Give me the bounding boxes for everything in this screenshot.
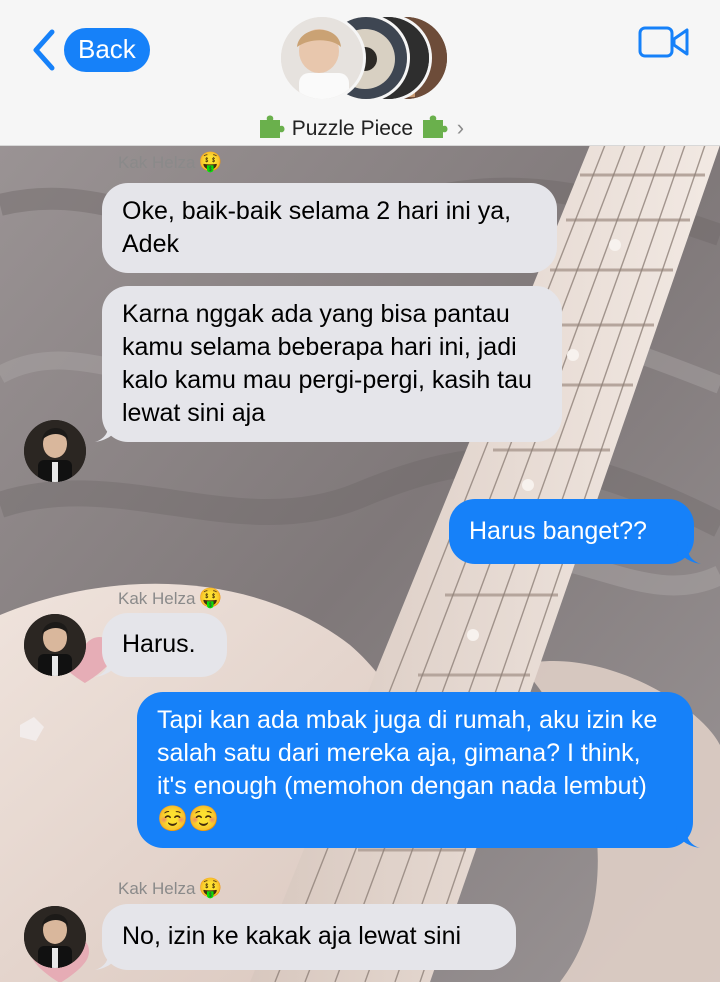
outgoing-message[interactable]: Tapi kan ada mbak juga di rumah, aku izi…	[137, 692, 700, 848]
video-camera-icon[interactable]	[638, 24, 690, 60]
avatar[interactable]	[24, 614, 86, 676]
message-text: Karna nggak ada yang bisa pantau kamu se…	[122, 300, 532, 427]
message-text: Harus.	[122, 630, 196, 658]
chevron-left-icon	[33, 29, 55, 71]
message-text: Harus banget??	[469, 517, 647, 545]
sender-name: Kak Helza	[118, 879, 196, 898]
message-text: Oke, baik-baik selama 2 hari ini ya, Ade…	[122, 197, 512, 258]
group-name: Puzzle Piece	[291, 117, 414, 140]
sender-name: Kak Helza	[118, 589, 196, 608]
back-label: Back	[64, 28, 150, 72]
incoming-message[interactable]: No, izin ke kakak aja lewat sini	[95, 904, 516, 970]
back-button[interactable]: Back	[30, 28, 150, 72]
chevron-right-icon: ›	[456, 115, 465, 140]
money-mouth-emoji: 🤑	[198, 878, 223, 899]
message-text: No, izin ke kakak aja lewat sini	[122, 922, 462, 950]
puzzle-piece-icon	[422, 115, 448, 138]
message-list: Kak Helza 🤑 Oke, baik-baik selama 2 hari …	[0, 0, 720, 982]
bubble-tail	[676, 826, 700, 848]
sender-label: Kak Helza 🤑	[118, 586, 222, 610]
outgoing-message[interactable]: Harus banget??	[449, 499, 701, 564]
message-text: Tapi kan ada mbak juga di rumah, aku izi…	[157, 706, 658, 833]
incoming-message[interactable]: Harus.	[95, 613, 227, 677]
incoming-message[interactable]: Oke, baik-baik selama 2 hari ini ya, Ade…	[102, 183, 557, 273]
bubble-tail	[95, 655, 119, 677]
sender-label: Kak Helza 🤑	[118, 876, 222, 900]
incoming-message[interactable]: Karna nggak ada yang bisa pantau kamu se…	[95, 286, 562, 442]
bubble-tail	[95, 948, 119, 970]
money-mouth-emoji: 🤑	[198, 152, 223, 173]
avatar[interactable]	[24, 906, 86, 968]
group-name-link[interactable]: Puzzle Piece ›	[0, 112, 720, 141]
avatar	[278, 14, 366, 102]
puzzle-piece-icon	[259, 115, 285, 138]
group-avatar-stack[interactable]	[278, 14, 450, 104]
bubble-tail	[95, 420, 119, 442]
sender-name: Kak Helza	[118, 153, 196, 172]
bubble-tail	[677, 542, 701, 564]
money-mouth-emoji: 🤑	[198, 588, 223, 609]
avatar[interactable]	[24, 420, 86, 482]
sender-label: Kak Helza 🤑	[118, 150, 222, 174]
conversation-header: Back Puzzle Piece ›	[0, 0, 720, 146]
